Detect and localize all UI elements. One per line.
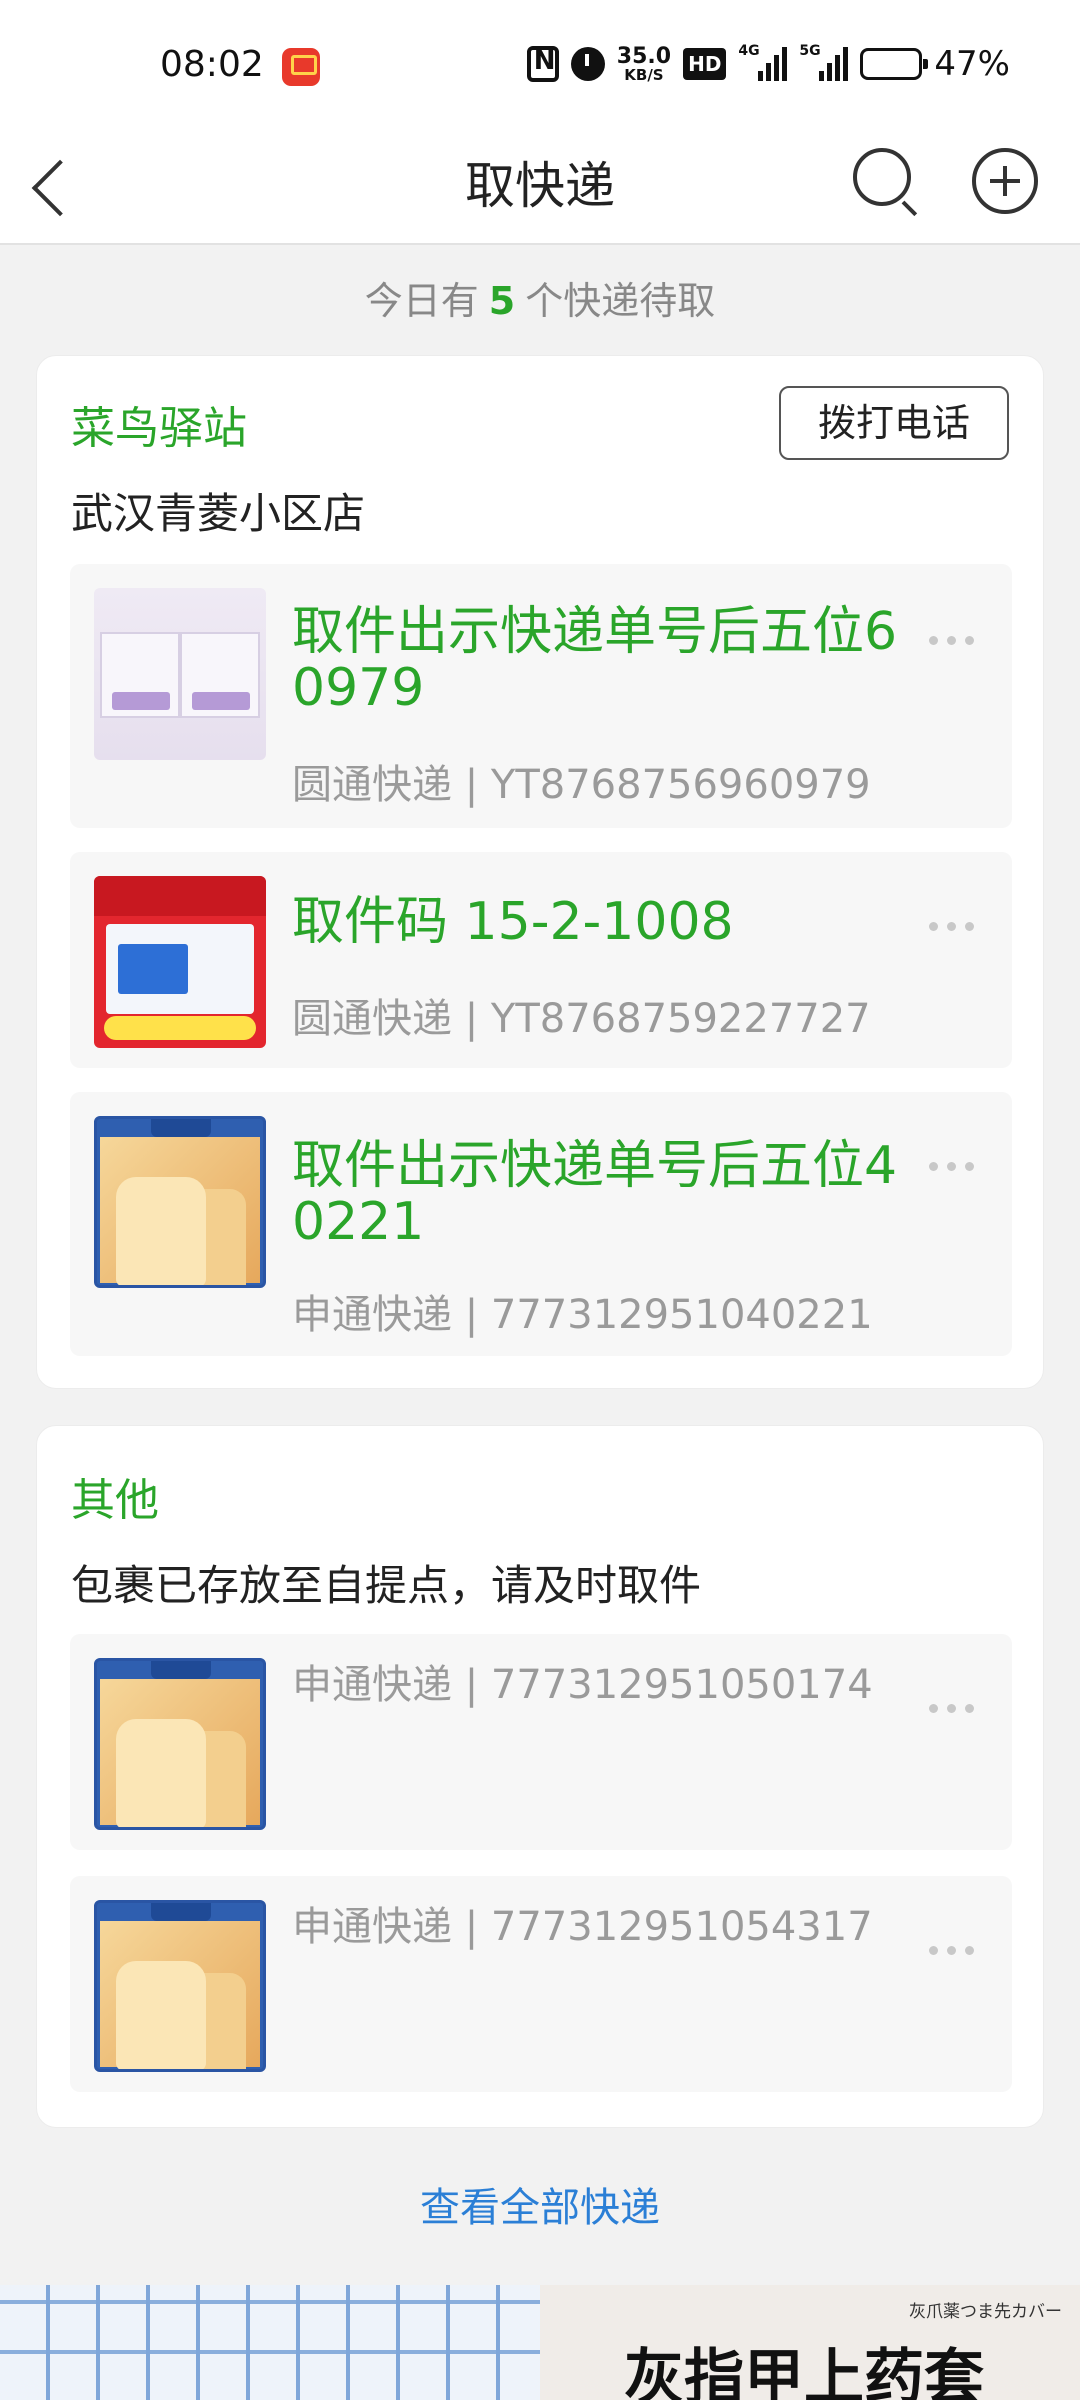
tracking-number: 申通快递 | 777312951040221 bbox=[292, 1292, 873, 1338]
tracking-number: 申通快递 | 777312951050174 bbox=[292, 1662, 873, 1708]
signal-4g-label: 4G bbox=[738, 43, 760, 59]
other-title: 其他 bbox=[71, 1475, 159, 1526]
tracking-number: 圆通快递 | YT8768759227727 bbox=[292, 996, 871, 1042]
package-item[interactable]: 申通快递 | 777312951050174 bbox=[70, 1634, 1012, 1850]
pickup-code: 取件出示快递单号后五位60979 bbox=[292, 602, 898, 718]
nfc-icon bbox=[526, 46, 559, 82]
more-options-icon[interactable] bbox=[929, 1946, 974, 1955]
shopping-app-icon bbox=[282, 48, 320, 86]
network-speed-unit: KB/S bbox=[624, 65, 664, 84]
status-icons: 35.0 KB/S HD 4G 5G 47% bbox=[526, 43, 1010, 84]
other-card: 其他 包裹已存放至自提点，请及时取件 申通快递 | 77731295105017… bbox=[36, 1425, 1044, 2128]
package-thumbnail bbox=[94, 588, 266, 760]
tracking-number: 圆通快递 | YT8768756960979 bbox=[292, 762, 871, 808]
package-item[interactable]: 取件出示快递单号后五位40221 申通快递 | 777312951040221 bbox=[70, 1092, 1012, 1356]
page-title: 取快递 bbox=[465, 157, 615, 215]
tracking-number: 申通快递 | 777312951054317 bbox=[292, 1904, 873, 1950]
ad-small-text: 灰爪薬つま先カバー bbox=[909, 2302, 1062, 2322]
package-item[interactable]: 取件出示快递单号后五位60979 圆通快递 | YT8768756960979 bbox=[70, 564, 1012, 828]
station-card: 菜鸟驿站 拨打电话 武汉青菱小区店 取件出示快递单号后五位60979 圆通快递 … bbox=[36, 355, 1044, 1389]
more-options-icon[interactable] bbox=[929, 636, 974, 645]
package-thumbnail bbox=[94, 1658, 266, 1830]
hd-voice-icon: HD bbox=[683, 48, 727, 80]
package-thumbnail bbox=[94, 1116, 266, 1288]
more-options-icon[interactable] bbox=[929, 1162, 974, 1171]
more-options-icon[interactable] bbox=[929, 922, 974, 931]
pickup-code: 取件出示快递单号后五位40221 bbox=[292, 1136, 898, 1252]
pending-summary: 今日有 5 个快递待取 bbox=[0, 270, 1080, 325]
package-item[interactable]: 取件码 15-2-1008 圆通快递 | YT8768759227727 bbox=[70, 852, 1012, 1068]
view-all-link[interactable]: 查看全部快递 bbox=[0, 2175, 1080, 2233]
package-item[interactable]: 申通快递 | 777312951054317 bbox=[70, 1876, 1012, 2092]
summary-prefix: 今日有 bbox=[364, 279, 479, 323]
signal-4g-icon: 4G bbox=[738, 43, 788, 81]
other-subtitle: 包裹已存放至自提点，请及时取件 bbox=[71, 1561, 702, 1610]
package-thumbnail bbox=[94, 1900, 266, 2072]
ad-image-left[interactable] bbox=[0, 2285, 540, 2400]
status-time: 08:02 bbox=[160, 44, 264, 85]
more-options-icon[interactable] bbox=[929, 1704, 974, 1713]
battery-percent: 47% bbox=[934, 44, 1010, 84]
signal-5g-label: 5G bbox=[799, 43, 821, 59]
signal-5g-icon: 5G bbox=[799, 43, 849, 81]
station-location: 武汉青菱小区店 bbox=[71, 489, 366, 538]
call-button[interactable]: 拨打电话 bbox=[779, 386, 1009, 460]
station-name: 菜鸟驿站 bbox=[71, 403, 247, 454]
network-speed: 35.0 KB/S bbox=[616, 43, 672, 84]
ad-image-right[interactable]: 灰爪薬つま先カバー 灰指甲上药套 bbox=[540, 2285, 1080, 2400]
summary-count: 5 bbox=[488, 279, 516, 323]
add-icon[interactable] bbox=[972, 148, 1038, 214]
ad-headline: 灰指甲上药套 bbox=[624, 2343, 984, 2400]
app-header: 取快递 bbox=[0, 130, 1080, 245]
status-bar: 08:02 35.0 KB/S HD 4G 5G 47% bbox=[0, 0, 1080, 130]
pickup-code: 取件码 15-2-1008 bbox=[292, 892, 734, 952]
battery-icon bbox=[860, 48, 929, 80]
search-icon[interactable] bbox=[853, 148, 918, 217]
ad-banner[interactable]: 灰爪薬つま先カバー 灰指甲上药套 bbox=[0, 2285, 1080, 2400]
network-speed-value: 35.0 bbox=[616, 43, 672, 69]
package-thumbnail bbox=[94, 876, 266, 1048]
alarm-icon bbox=[570, 47, 605, 81]
summary-suffix: 个快递待取 bbox=[525, 279, 716, 323]
